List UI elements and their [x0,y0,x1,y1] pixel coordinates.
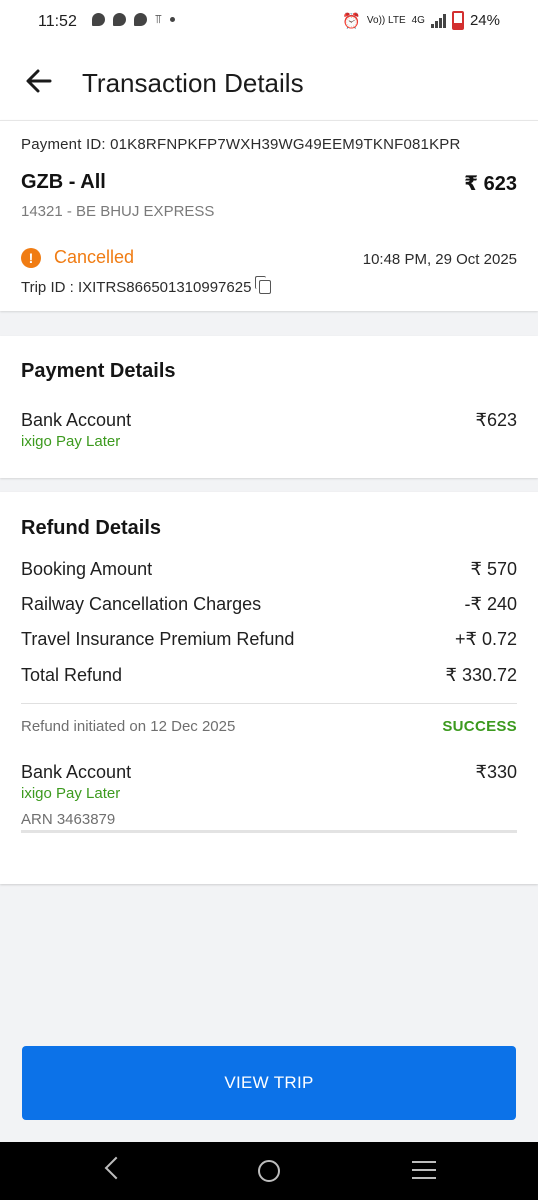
booking-status: Cancelled [54,247,135,267]
route-name: GZB - All [21,171,106,193]
refund-provider: ixigo Pay Later [21,785,121,802]
copy-icon[interactable] [255,276,272,294]
system-nav-bar [0,1142,538,1200]
view-trip-button[interactable]: VIEW TRIP [22,1046,516,1120]
nav-back-icon[interactable] [104,1156,128,1180]
refund-method: Bank Account [21,762,132,782]
payment-details-card: Payment Details Bank Account ₹623 ixigo … [0,336,538,478]
app-bar: Transaction Details [0,44,538,120]
trip-id: Trip ID : IXITRS866501310997625 [21,279,252,296]
payment-amount: ₹623 [475,410,517,430]
notification-icons: ⫪ [92,12,175,27]
message-icon [113,13,126,26]
usb-icon: ⫪ [155,12,162,26]
refund-row-label: Booking Amount [21,559,153,579]
payment-provider: ixigo Pay Later [21,433,121,450]
payment-details-title: Payment Details [21,360,176,382]
train-name: 14321 - BE BHUJ EXPRESS [21,203,215,220]
refund-initiated-date: Refund initiated on 12 Dec 2025 [21,718,236,735]
page-title: Transaction Details [82,68,304,98]
more-notifications-icon [169,17,175,22]
battery-percent: 24% [469,12,500,29]
alert-icon: ! [21,248,41,268]
divider [21,703,517,704]
battery-icon [451,11,464,30]
payment-id: Payment ID: 01K8RFNPKFP7WXH39WG49EEM9TKN… [21,136,461,153]
refund-status: SUCCESS [442,718,517,735]
refund-row-value: ₹ 570 [470,559,518,579]
refund-details-title: Refund Details [21,517,162,539]
nav-home-icon[interactable] [258,1160,280,1182]
refund-row-value: ₹ 330.72 [445,665,517,685]
status-time: 11:52 [38,13,77,30]
arn-number: ARN 3463879 [21,811,116,828]
fare-amount: ₹ 623 [464,173,517,195]
trip-id-row: Trip ID : IXITRS866501310997625 [21,276,272,296]
signal-icon [430,13,446,28]
network-type: 4G [411,14,425,26]
refund-row-label: Total Refund [21,665,123,685]
payment-method: Bank Account [21,410,132,430]
transaction-summary-card: Payment ID: 01K8RFNPKFP7WXH39WG49EEM9TKN… [0,120,538,311]
volte-label: Vo)) LTE [366,14,406,26]
refund-details-card: Refund Details Booking Amount ₹ 570 Rail… [0,492,538,884]
status-bar: 11:52 ⫪ ⏰ Vo)) LTE 4G 24% [0,0,538,44]
chat-bubble-icon [92,13,105,26]
divider [21,830,517,833]
nav-recents-icon[interactable] [412,1161,436,1185]
whatsapp-icon [134,13,147,26]
refund-row-label: Travel Insurance Premium Refund [21,629,295,649]
transaction-datetime: 10:48 PM, 29 Oct 2025 [362,251,517,268]
system-icons: ⏰ Vo)) LTE 4G 24% [342,11,500,30]
back-arrow-icon[interactable] [24,66,54,96]
refund-row-value: +₹ 0.72 [455,629,517,649]
refund-row-label: Railway Cancellation Charges [21,594,262,614]
alarm-icon: ⏰ [342,12,361,30]
refund-amount: ₹330 [475,762,517,782]
refund-row-value: -₹ 240 [464,594,517,614]
